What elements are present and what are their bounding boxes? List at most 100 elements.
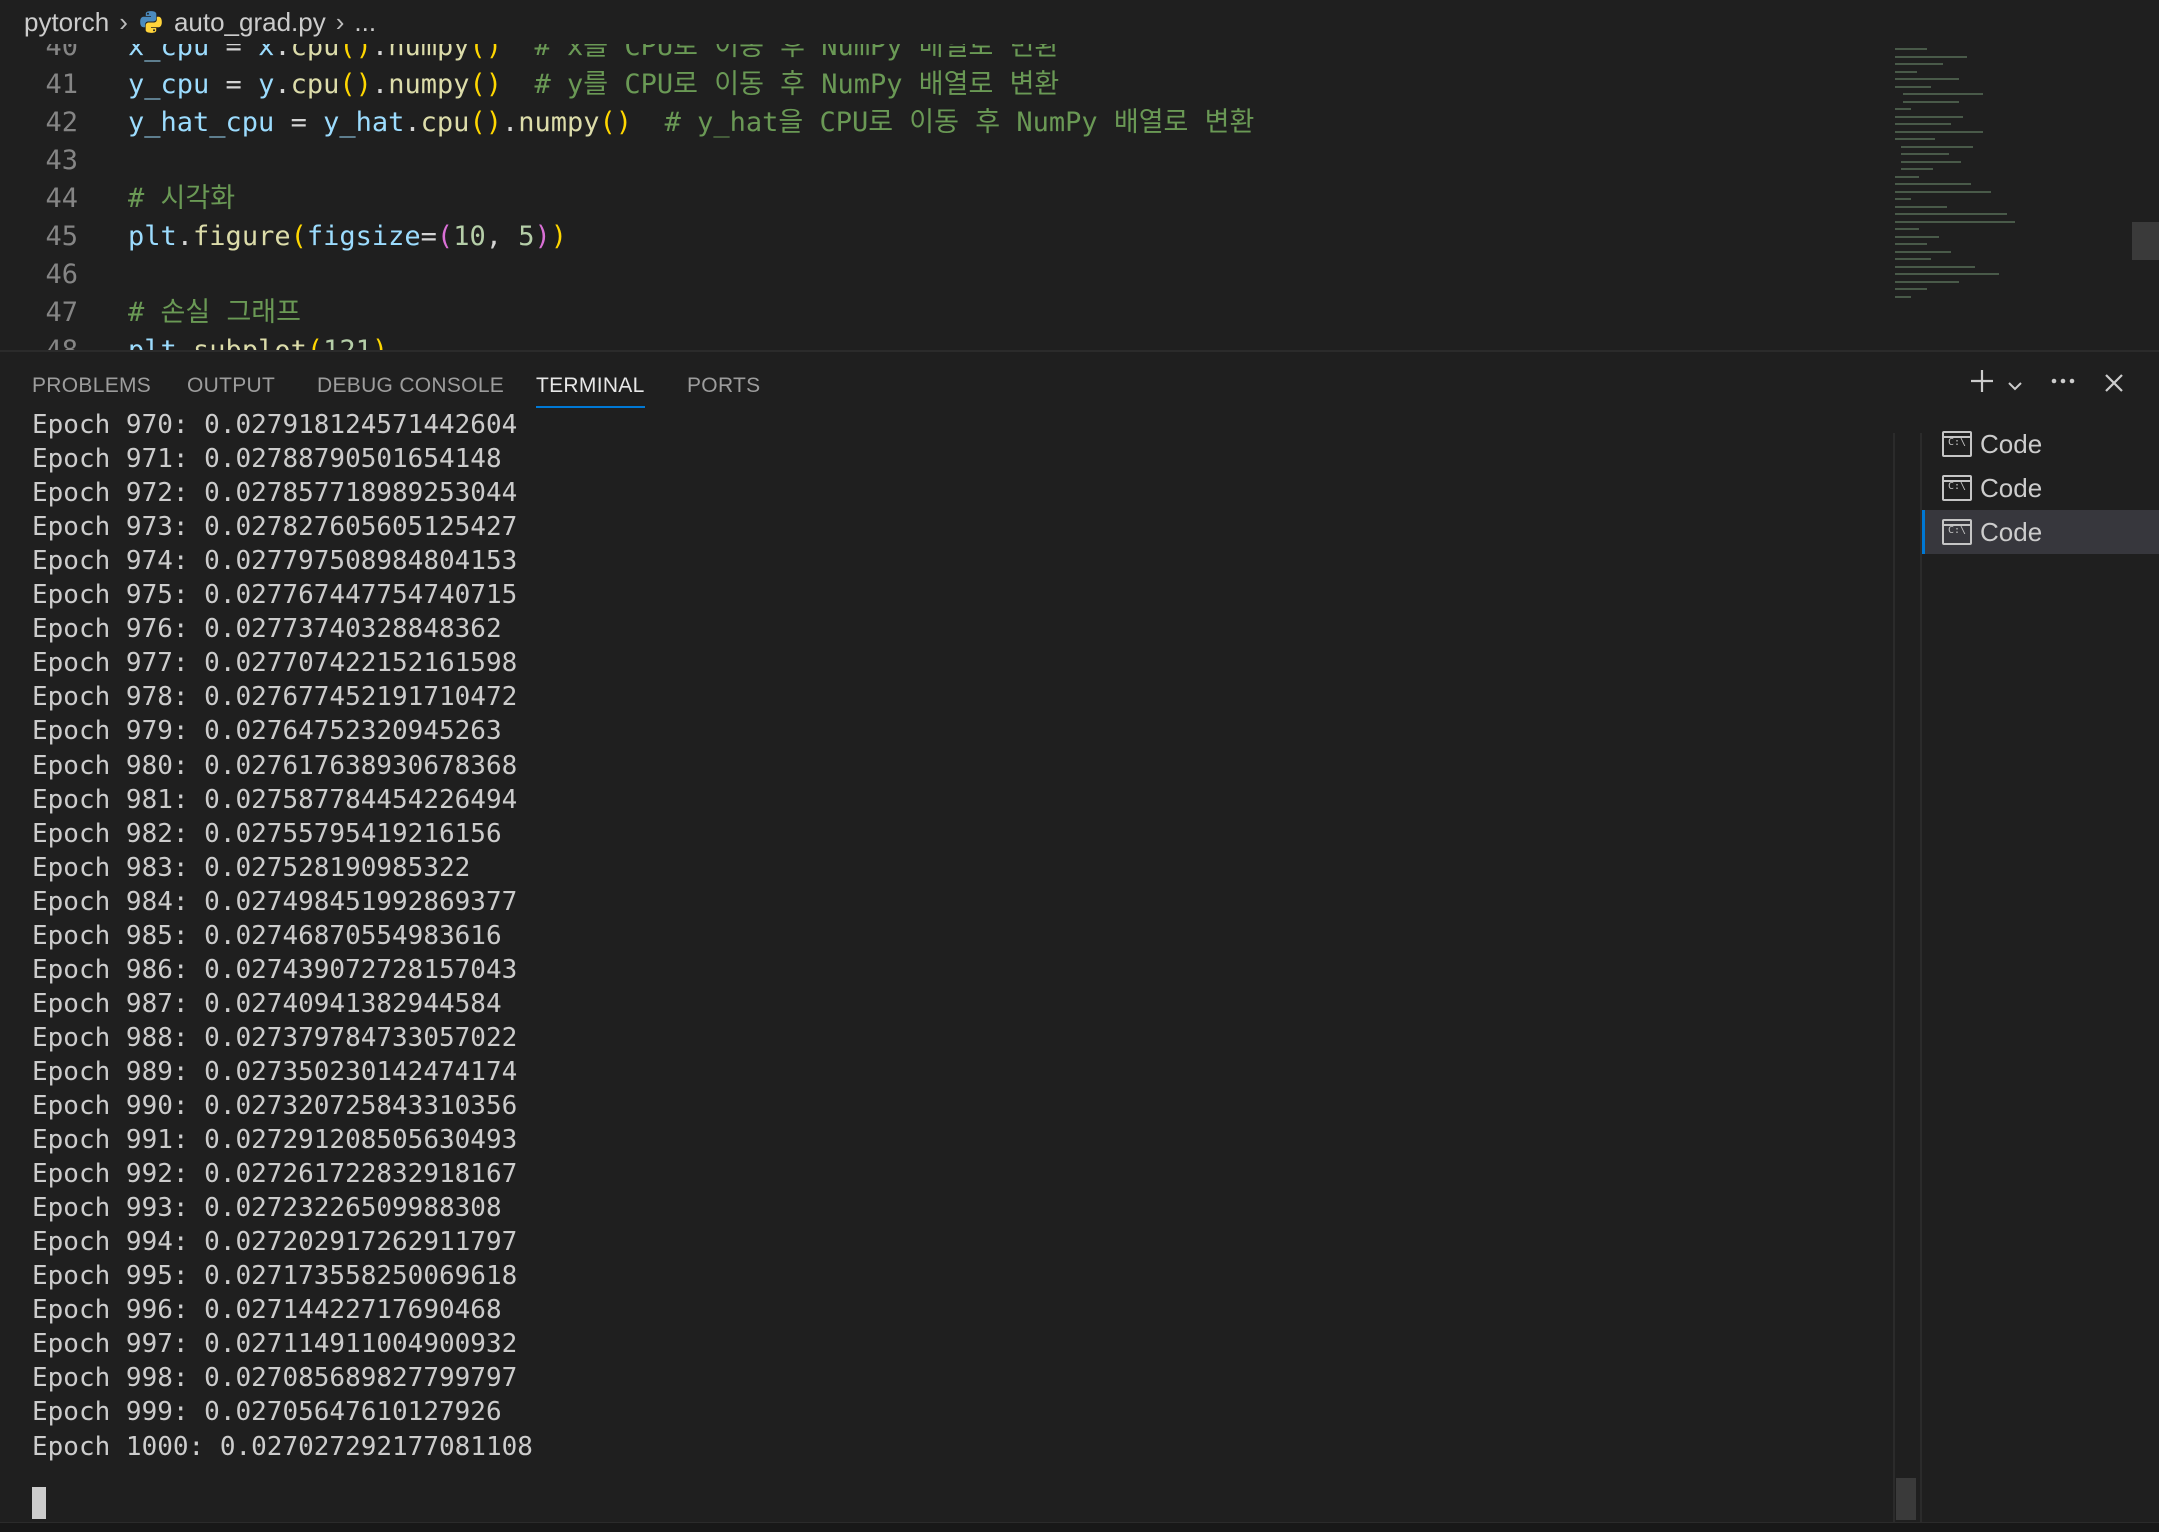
minimap-line	[1903, 100, 1959, 103]
terminal-line: Epoch 983: 0.027528190985322	[32, 852, 471, 883]
minimap-line	[1895, 63, 1943, 65]
line-number: 44	[45, 183, 78, 214]
minimap-line	[1895, 78, 1959, 80]
new-terminal-icon[interactable]	[1962, 366, 2002, 406]
terminal-cursor	[32, 1487, 46, 1519]
terminal-session-item[interactable]: C:\ Code	[1922, 422, 2159, 466]
terminal-line: Epoch 985: 0.02746870554983616	[32, 920, 502, 951]
code-line[interactable]: 46	[0, 256, 1880, 294]
minimap-line	[1895, 85, 1931, 88]
chevron-right-icon: ›	[119, 6, 128, 37]
minimap-line	[1895, 123, 1951, 125]
minimap-line	[1895, 280, 1959, 283]
minimap-line	[1895, 205, 1947, 208]
minimap-line	[1895, 258, 1931, 260]
chevron-right-icon: ›	[335, 6, 345, 37]
code-text: x_cpu = x.cpu().numpy() # x를 CPU로 이동 후 N…	[128, 44, 1060, 62]
line-number: 41	[45, 69, 78, 100]
terminal-output[interactable]: Epoch 970: 0.027918124571442604 Epoch 971…	[0, 410, 1920, 1520]
line-number: 47	[45, 297, 78, 328]
terminal-line: Epoch 981: 0.027587784454226494	[32, 784, 518, 815]
editor-scrollbar[interactable]	[2132, 222, 2159, 260]
terminal-line: Epoch 979: 0.02764752320945263	[32, 716, 502, 747]
minimap-line	[1895, 55, 1967, 58]
terminal-line: Epoch 980: 0.027617638930678368	[32, 750, 518, 781]
code-text: plt.figure(figsize=(10, 5))	[128, 221, 568, 252]
minimap-line	[1895, 213, 2007, 215]
minimap-line	[1895, 138, 1935, 140]
terminal-line: Epoch 997: 0.027114911004900932	[32, 1329, 518, 1360]
code-line[interactable]: 44 # 시각화	[0, 180, 1880, 218]
code-text: y_hat_cpu = y_hat.cpu().numpy() # y_hat을…	[128, 107, 1255, 138]
terminal-session-label: Code	[1980, 472, 2043, 503]
code-line[interactable]: 41 y_cpu = y.cpu().numpy() # y를 CPU로 이동 후…	[0, 66, 1880, 104]
terminal-line: Epoch 1000: 0.027027292177081108	[32, 1431, 533, 1462]
terminal-cmd-icon: C:\	[1942, 431, 1972, 457]
code-text: # 시각화	[128, 183, 236, 214]
tab-terminal[interactable]: TERMINAL	[536, 352, 645, 420]
minimap[interactable]	[1895, 44, 2135, 350]
code-line[interactable]: 40 x_cpu = x.cpu().numpy() # x를 CPU로 이동 후…	[0, 44, 1880, 66]
terminal-cmd-icon: C:\	[1942, 475, 1972, 501]
terminal-line: Epoch 975: 0.027767447754740715	[32, 580, 518, 611]
terminal-session-label: Code	[1980, 516, 2043, 547]
minimap-line	[1895, 265, 1975, 268]
minimap-line	[1901, 160, 1961, 163]
minimap-line	[1895, 48, 1927, 50]
minimap-line	[1895, 243, 1927, 245]
terminal-line: Epoch 991: 0.027291208505630493	[32, 1125, 518, 1156]
minimap-line	[1895, 273, 1999, 275]
terminal-line: Epoch 995: 0.027173558250069618	[32, 1261, 518, 1292]
code-line[interactable]: 47 # 손실 그래프	[0, 294, 1880, 332]
minimap-line	[1895, 190, 1991, 193]
code-text: plt.subplot(121)	[128, 332, 388, 350]
breadcrumb-more[interactable]: ...	[354, 7, 376, 38]
code-line[interactable]: 48 plt.subplot(121)	[0, 332, 1880, 350]
terminal-line: Epoch 970: 0.027918124571442604	[32, 410, 518, 440]
minimap-line	[1895, 183, 1971, 185]
code-line[interactable]: 45 plt.figure(figsize=(10, 5))	[0, 218, 1880, 256]
terminal-scroll-track	[1893, 433, 1895, 1523]
code-editor[interactable]: 40 x_cpu = x.cpu().numpy() # x를 CPU로 이동 후…	[0, 44, 2159, 350]
minimap-line	[1895, 295, 1911, 298]
close-panel-icon[interactable]	[2094, 366, 2134, 406]
terminal-line: Epoch 989: 0.027350230142474174	[32, 1056, 518, 1087]
line-number: 43	[45, 145, 78, 176]
line-number: 45	[45, 221, 78, 252]
breadcrumb-file[interactable]: auto_grad.py	[174, 7, 326, 38]
minimap-line	[1895, 198, 1911, 200]
minimap-line	[1895, 250, 1951, 253]
minimap-line	[1901, 153, 1949, 155]
minimap-line	[1895, 175, 1919, 178]
terminal-line: Epoch 988: 0.027379784733057022	[32, 1022, 518, 1053]
terminal-line: Epoch 974: 0.027797508984804153	[32, 546, 518, 577]
terminal-line: Epoch 998: 0.027085689827799797	[32, 1363, 518, 1394]
breadcrumb-folder[interactable]: pytorch	[24, 7, 109, 38]
minimap-line	[1901, 168, 1933, 170]
terminal-line: Epoch 971: 0.02788790501654148	[32, 444, 502, 475]
code-line[interactable]: 42 y_hat_cpu = y_hat.cpu().numpy() # y_ha…	[0, 104, 1880, 142]
terminal-session-item[interactable]: C:\ Code	[1922, 466, 2159, 510]
more-actions-icon[interactable]	[2043, 366, 2083, 406]
minimap-line	[1895, 70, 1918, 73]
minimap-line	[1901, 145, 1973, 148]
terminal-session-item[interactable]: C:\ Code	[1922, 510, 2159, 554]
terminal-line: Epoch 986: 0.027439072728157043	[32, 954, 518, 985]
code-line[interactable]: 43	[0, 142, 1880, 180]
terminal-scrollbar[interactable]	[1896, 1478, 1916, 1520]
terminal-line: Epoch 976: 0.02773740328848362	[32, 614, 502, 645]
terminal-cmd-icon: C:\	[1942, 519, 1972, 545]
terminal-line: Epoch 994: 0.027202917262911797	[32, 1227, 518, 1258]
minimap-line	[1895, 108, 1911, 110]
terminal-line: Epoch 984: 0.027498451992869377	[32, 886, 518, 917]
tab-ports[interactable]: PORTS	[687, 352, 760, 420]
terminal-session-label: Code	[1980, 428, 2043, 459]
breadcrumb: pytorch › auto_grad.py › ...	[0, 0, 2159, 44]
code-text: y_cpu = y.cpu().numpy() # y를 CPU로 이동 후 N…	[128, 69, 1060, 100]
line-number: 48	[0, 332, 78, 350]
line-number: 40	[45, 44, 78, 62]
chevron-down-icon[interactable]	[1997, 366, 2033, 406]
line-number: 46	[45, 259, 78, 290]
terminal-line: Epoch 987: 0.02740941382944584	[32, 988, 502, 1019]
terminal-line: Epoch 996: 0.02714422717690468	[32, 1295, 502, 1326]
